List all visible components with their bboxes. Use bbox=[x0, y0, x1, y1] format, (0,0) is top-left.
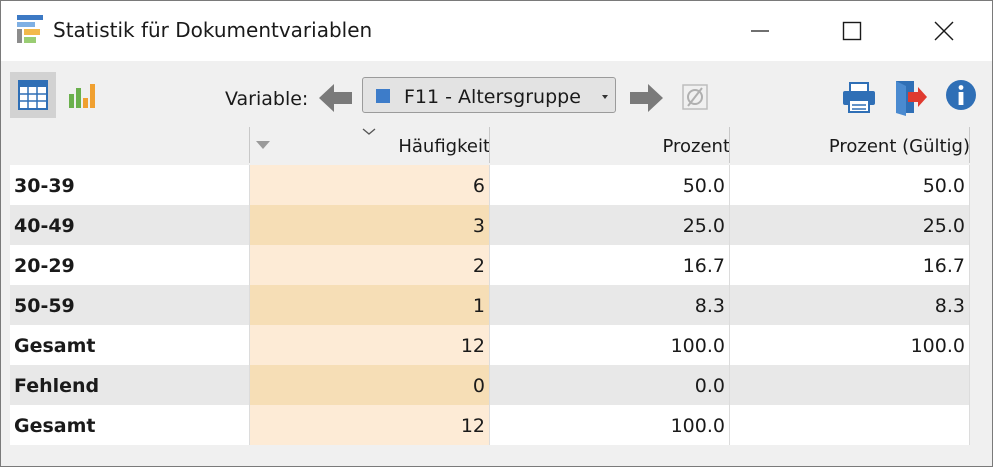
statistics-window: Statistik für Dokumentvariablen Variable… bbox=[0, 0, 993, 467]
table-row[interactable]: 30-39 6 50.0 50.0 bbox=[10, 165, 970, 205]
valid-percent-cell bbox=[730, 405, 970, 445]
missing-row[interactable]: Fehlend 0 0.0 bbox=[10, 365, 970, 405]
header-divider bbox=[969, 127, 970, 163]
frequency-cell: 0 bbox=[250, 365, 490, 405]
percent-cell: 16.7 bbox=[490, 245, 730, 285]
frequency-cell: 3 bbox=[250, 205, 490, 245]
valid-percent-cell bbox=[730, 365, 970, 405]
app-icon bbox=[17, 15, 43, 43]
valid-percent-cell: 25.0 bbox=[730, 205, 970, 245]
title-bar: Statistik für Dokumentvariablen bbox=[1, 1, 992, 61]
category-cell: Gesamt bbox=[10, 325, 250, 365]
category-cell: Gesamt bbox=[10, 405, 250, 445]
arrow-left-icon[interactable] bbox=[317, 81, 355, 115]
frequency-cell: 2 bbox=[250, 245, 490, 285]
category-cell: Fehlend bbox=[10, 365, 250, 405]
close-button[interactable] bbox=[898, 1, 990, 61]
table-row[interactable]: 50-59 1 8.3 8.3 bbox=[10, 285, 970, 325]
category-cell: 50-59 bbox=[10, 285, 250, 325]
chevron-down-icon bbox=[602, 95, 608, 99]
header-frequency[interactable]: Häufigkeit bbox=[250, 125, 490, 165]
table-row[interactable]: 40-49 3 25.0 25.0 bbox=[10, 205, 970, 245]
valid-percent-cell: 50.0 bbox=[730, 165, 970, 205]
category-cell: 40-49 bbox=[10, 205, 250, 245]
table-row[interactable]: 20-29 2 16.7 16.7 bbox=[10, 245, 970, 285]
chart-view-button[interactable] bbox=[60, 72, 106, 118]
close-icon bbox=[934, 21, 954, 41]
percent-cell: 100.0 bbox=[490, 405, 730, 445]
header-valid-percent[interactable]: Prozent (Gültig) bbox=[730, 125, 970, 165]
minimize-icon bbox=[751, 30, 769, 32]
percent-cell: 50.0 bbox=[490, 165, 730, 205]
valid-percent-cell: 16.7 bbox=[730, 245, 970, 285]
header-category[interactable] bbox=[10, 125, 250, 165]
frequency-cell: 6 bbox=[250, 165, 490, 205]
selected-variable: F11 - Altersgruppe bbox=[404, 86, 581, 108]
table-view-button[interactable] bbox=[10, 72, 56, 118]
frequency-cell: 12 bbox=[250, 405, 490, 445]
toolbar: Variable: F11 - Altersgruppe bbox=[1, 61, 992, 125]
maximize-icon bbox=[842, 21, 862, 41]
bar-chart-icon bbox=[69, 84, 95, 108]
empty-set-icon[interactable] bbox=[678, 80, 712, 114]
printer-icon[interactable] bbox=[839, 78, 879, 116]
frequency-cell: 12 bbox=[250, 325, 490, 365]
percent-cell: 0.0 bbox=[490, 365, 730, 405]
valid-percent-cell: 8.3 bbox=[730, 285, 970, 325]
percent-cell: 25.0 bbox=[490, 205, 730, 245]
maximize-button[interactable] bbox=[806, 1, 898, 61]
valid-percent-cell: 100.0 bbox=[730, 325, 970, 365]
grand-total-row[interactable]: Gesamt 12 100.0 bbox=[10, 405, 970, 445]
variable-label: Variable: bbox=[225, 88, 309, 110]
header-percent[interactable]: Prozent bbox=[490, 125, 730, 165]
minimize-button[interactable] bbox=[714, 1, 806, 61]
total-row[interactable]: Gesamt 12 100.0 100.0 bbox=[10, 325, 970, 365]
variable-dropdown[interactable]: F11 - Altersgruppe bbox=[362, 77, 616, 113]
table-header: Häufigkeit Prozent Prozent (Gültig) bbox=[10, 125, 970, 165]
category-cell: 20-29 bbox=[10, 245, 250, 285]
category-cell: 30-39 bbox=[10, 165, 250, 205]
percent-cell: 8.3 bbox=[490, 285, 730, 325]
export-icon[interactable] bbox=[890, 78, 930, 116]
percent-cell: 100.0 bbox=[490, 325, 730, 365]
info-icon[interactable] bbox=[943, 77, 979, 113]
frequency-cell: 1 bbox=[250, 285, 490, 325]
variable-color-swatch bbox=[376, 89, 390, 103]
table-grid-icon bbox=[18, 80, 48, 110]
window-title: Statistik für Dokumentvariablen bbox=[53, 18, 373, 42]
arrow-right-icon[interactable] bbox=[627, 81, 665, 115]
